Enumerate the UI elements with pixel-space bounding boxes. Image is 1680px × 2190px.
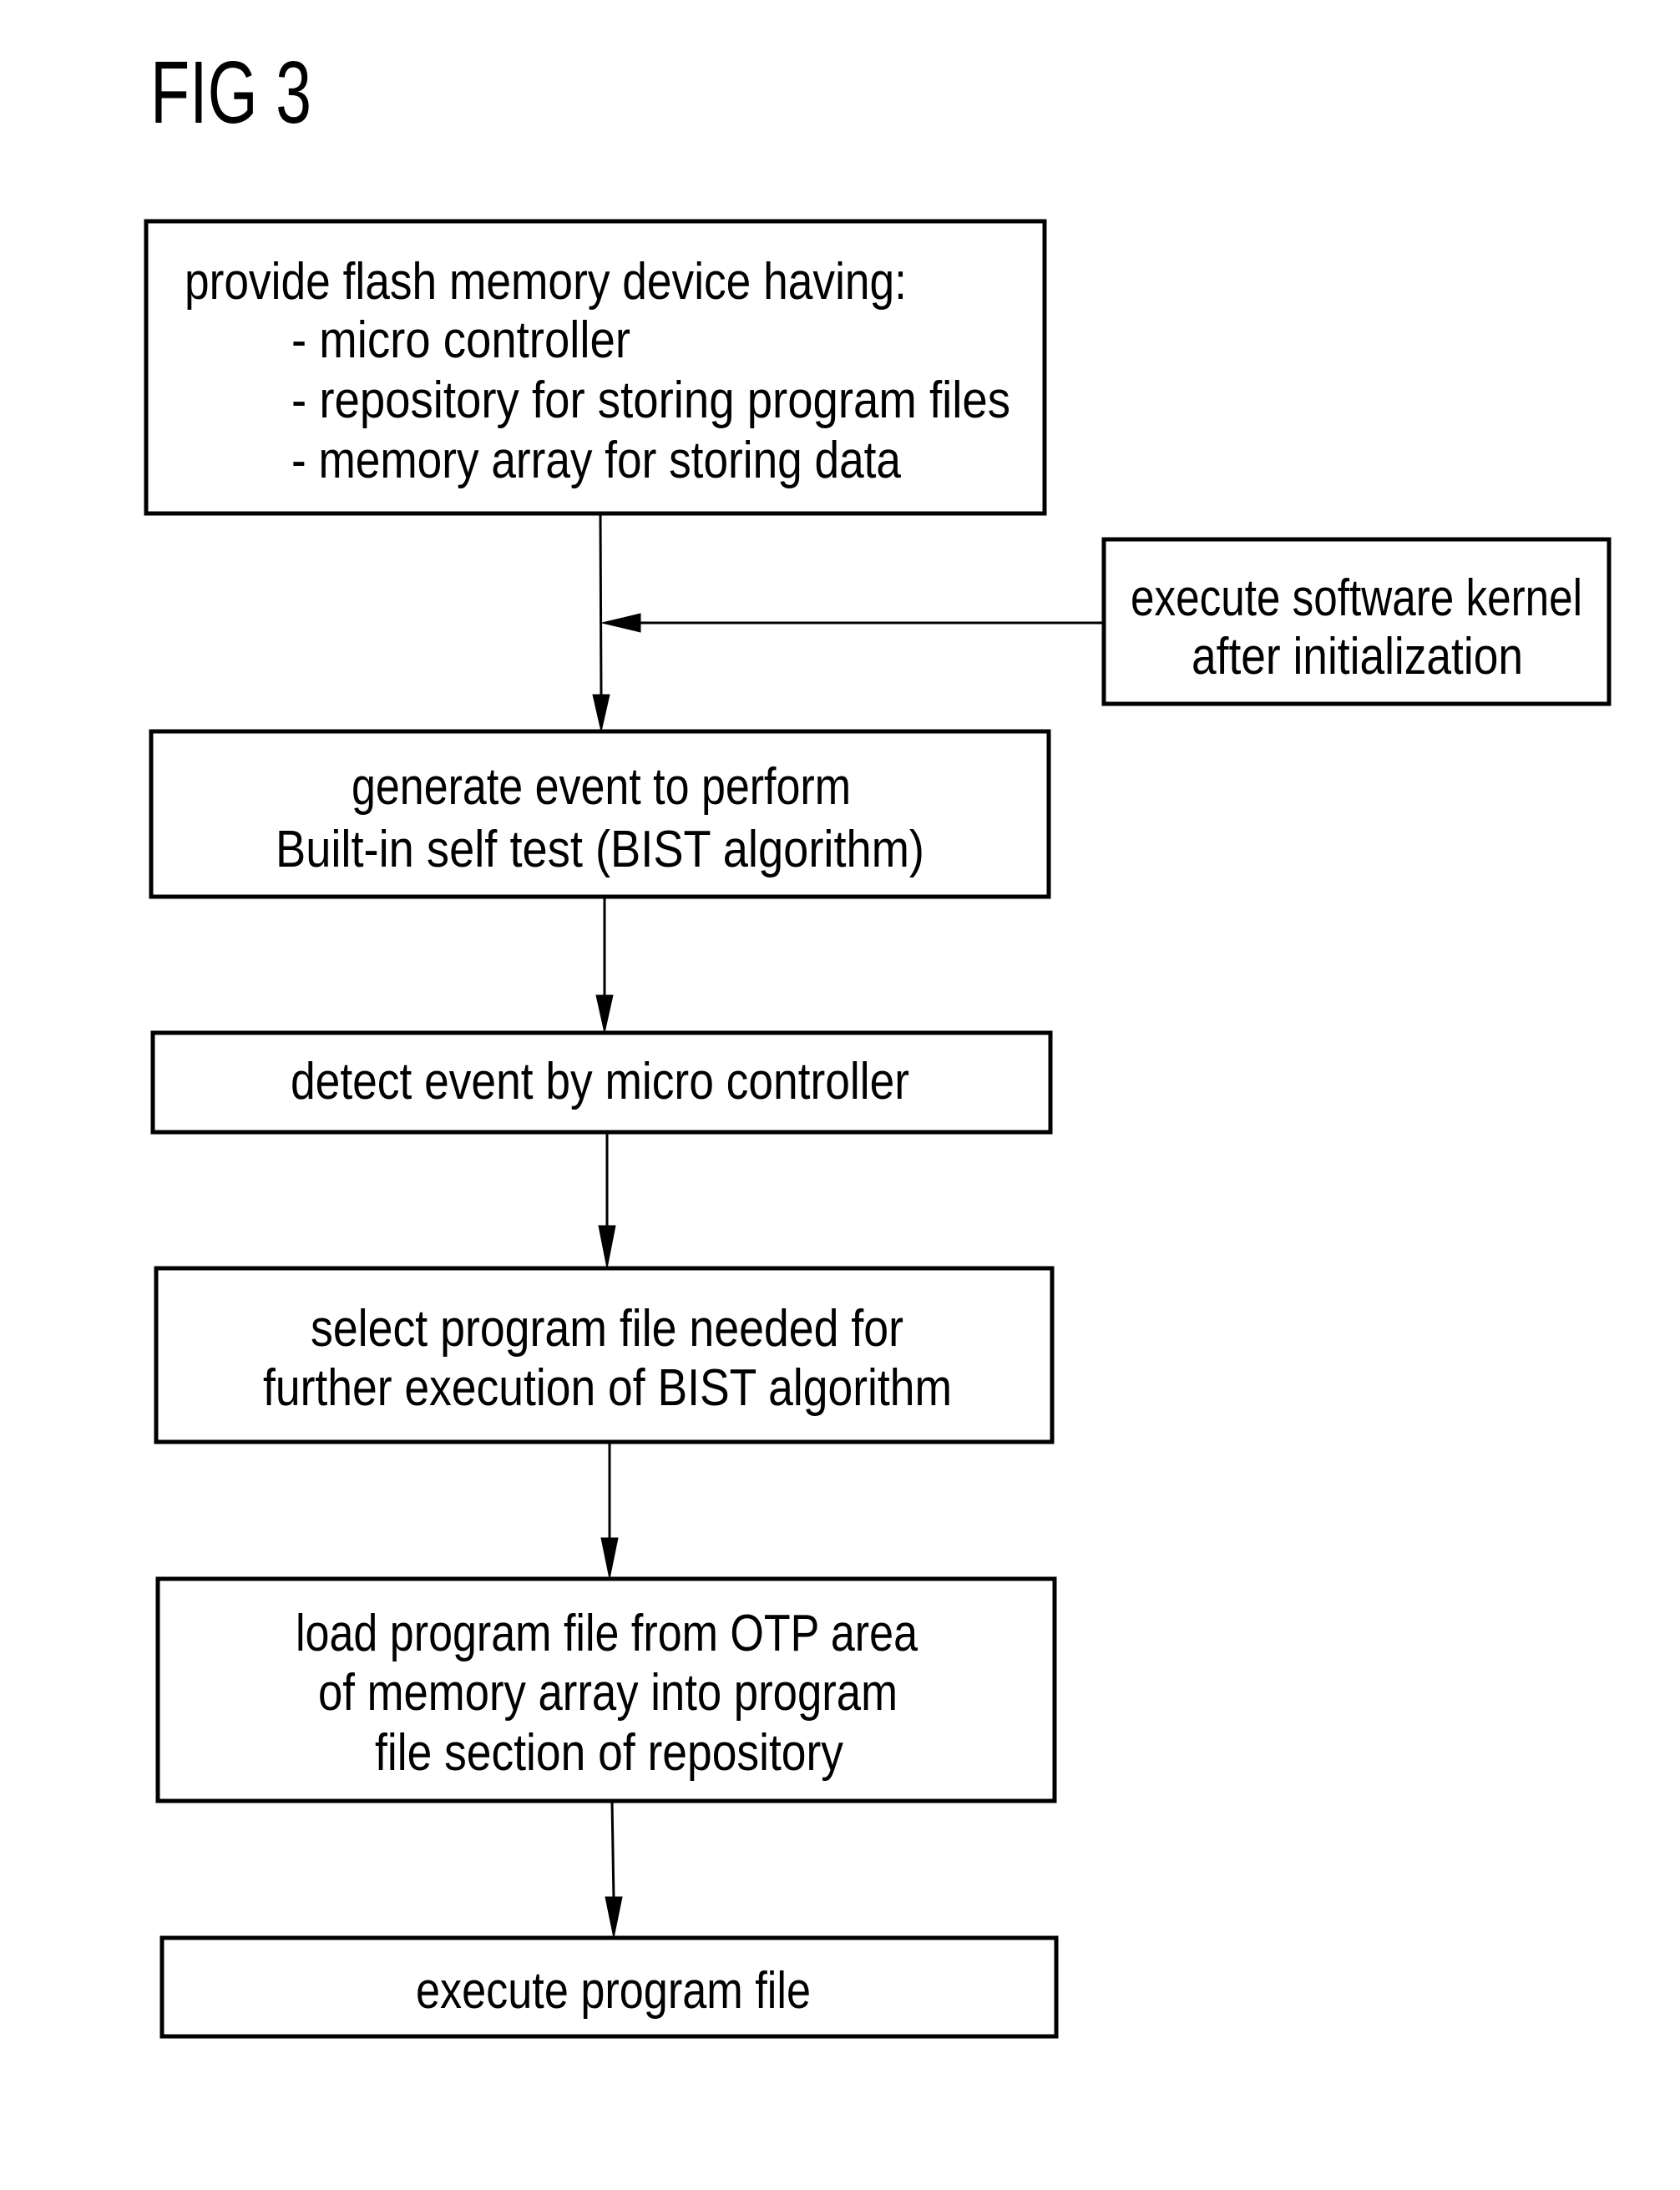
list-item-memory-array: - memory array for storing data bbox=[291, 432, 901, 489]
arrow-head-icon bbox=[600, 1537, 619, 1580]
arrow-load-to-execute bbox=[605, 1800, 623, 1939]
arrow-line bbox=[599, 513, 603, 697]
step-text-line: of memory array into program bbox=[318, 1664, 898, 1722]
figure-title: FIG 3 bbox=[150, 43, 311, 142]
step-text-line: Built-in self test (BIST algorithm) bbox=[276, 821, 924, 878]
step-text-line: file section of repository bbox=[375, 1724, 843, 1782]
step-provide-device: provide flash memory device having: - mi… bbox=[144, 219, 1047, 516]
step-text-line: detect event by micro controller bbox=[291, 1053, 909, 1110]
arrow-select-to-load bbox=[600, 1442, 619, 1580]
step-text-line: provide flash memory device having: bbox=[185, 253, 907, 311]
step-text-line: generate event to perform bbox=[352, 758, 851, 816]
step-select-program-file: select program file needed for further e… bbox=[154, 1266, 1055, 1444]
arrow-head-icon bbox=[601, 613, 641, 633]
arrow-head-icon bbox=[595, 994, 614, 1034]
arrow-line bbox=[610, 1800, 615, 1900]
step-text-line: load program file from OTP area bbox=[296, 1605, 918, 1662]
arrow-head-icon bbox=[598, 1225, 616, 1269]
arrow-kernel-to-main bbox=[601, 613, 1104, 633]
list-item-micro-controller: - micro controller bbox=[291, 311, 630, 369]
step-text-line: further execution of BIST algorithm bbox=[263, 1359, 952, 1417]
side-input-execute-kernel: execute software kernel after initializa… bbox=[1101, 537, 1612, 706]
step-generate-event: generate event to perform Built-in self … bbox=[149, 729, 1051, 899]
step-text-line: execute program file bbox=[416, 1962, 811, 2020]
flowchart-figure: FIG 3 provide flash memory device having… bbox=[144, 43, 1612, 2039]
step-execute-program-file: execute program file bbox=[159, 1935, 1059, 2039]
arrow-head-icon bbox=[592, 694, 610, 732]
arrow-detect-to-select bbox=[598, 1132, 616, 1269]
step-text-line: select program file needed for bbox=[311, 1300, 903, 1358]
list-item-repository: - repository for storing program files bbox=[291, 372, 1010, 429]
arrow-head-icon bbox=[605, 1896, 623, 1939]
step-detect-event: detect event by micro controller bbox=[150, 1030, 1053, 1135]
side-text-line: execute software kernel bbox=[1131, 569, 1582, 627]
side-text-line: after initialization bbox=[1192, 628, 1523, 685]
step-load-program-file: load program file from OTP area of memor… bbox=[155, 1576, 1057, 1803]
arrow-generate-to-detect bbox=[595, 897, 614, 1034]
